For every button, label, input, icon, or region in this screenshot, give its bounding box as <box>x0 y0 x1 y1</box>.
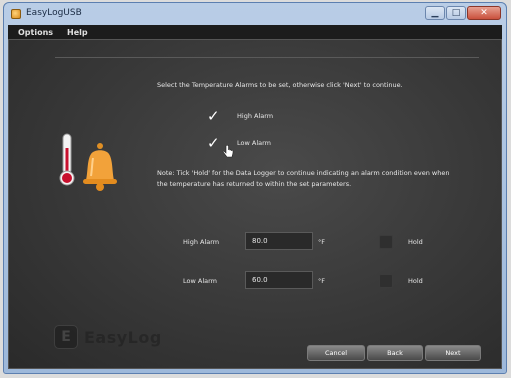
thermometer-icon <box>59 133 75 186</box>
alarm-illustration <box>59 133 117 191</box>
high-alarm-field-label: High Alarm <box>183 238 220 246</box>
high-alarm-hold-checkbox[interactable] <box>379 235 393 249</box>
low-alarm-hold-label: Hold <box>408 277 423 285</box>
hold-note: Note: Tick 'Hold' for the Data Logger to… <box>157 169 450 188</box>
divider <box>55 57 479 58</box>
brand-watermark: E EasyLog <box>54 325 162 349</box>
maximize-icon[interactable]: □ <box>446 6 466 20</box>
low-alarm-hold-checkbox[interactable] <box>379 274 393 288</box>
low-alarm-unit: °F <box>318 277 325 285</box>
window-title: EasyLogUSB <box>26 8 82 18</box>
low-alarm-label: Low Alarm <box>237 139 271 147</box>
low-alarm-input[interactable] <box>245 271 313 289</box>
title-bar[interactable]: EasyLogUSB ▁ □ ✕ <box>4 3 506 25</box>
menu-options[interactable]: Options <box>18 28 53 37</box>
app-window: EasyLogUSB ▁ □ ✕ Options Help Select the… <box>3 2 507 374</box>
menu-help[interactable]: Help <box>67 28 88 37</box>
window-controls: ▁ □ ✕ <box>425 6 501 20</box>
high-alarm-unit: °F <box>318 238 325 246</box>
instruction-text: Select the Temperature Alarms to be set,… <box>157 81 403 89</box>
close-icon[interactable]: ✕ <box>467 6 501 20</box>
high-alarm-input[interactable] <box>245 232 313 250</box>
wizard-panel: Select the Temperature Alarms to be set,… <box>8 39 502 369</box>
easylog-logo-icon: E <box>54 325 78 349</box>
hand-cursor-icon <box>222 145 234 158</box>
high-alarm-hold-label: Hold <box>408 238 423 246</box>
back-button[interactable]: Back <box>367 345 423 361</box>
minimize-icon[interactable]: ▁ <box>425 6 445 20</box>
low-alarm-field-label: Low Alarm <box>183 277 217 285</box>
app-icon <box>11 9 21 19</box>
bell-icon <box>83 143 117 191</box>
cancel-button[interactable]: Cancel <box>307 345 365 361</box>
menu-bar: Options Help <box>8 25 502 39</box>
high-alarm-option[interactable]: ✓ High Alarm <box>207 109 274 124</box>
high-alarm-label: High Alarm <box>237 112 274 120</box>
brand-text: EasyLog <box>84 327 162 347</box>
next-button[interactable]: Next <box>425 345 481 361</box>
high-alarm-checkbox[interactable]: ✓ <box>207 109 225 124</box>
low-alarm-option[interactable]: ✓ Low Alarm <box>207 136 271 151</box>
